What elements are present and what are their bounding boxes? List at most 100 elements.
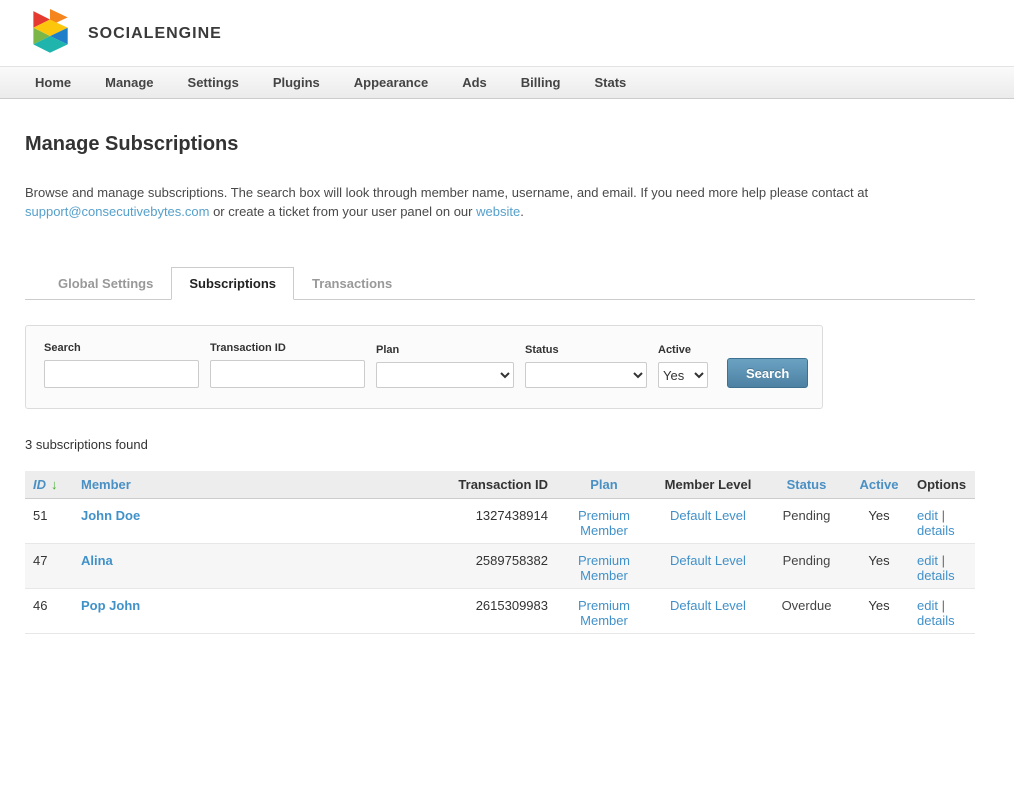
details-link[interactable]: details — [917, 613, 955, 628]
column-header-member-level: Member Level — [652, 471, 764, 499]
cell-member-level: Default Level — [652, 589, 764, 634]
details-link[interactable]: details — [917, 568, 955, 583]
cell-active: Yes — [849, 589, 909, 634]
cell-plan: Premium Member — [556, 544, 652, 589]
tab-bar: Global Settings Subscriptions Transactio… — [25, 266, 975, 300]
search-field-group: Search — [44, 342, 199, 388]
id-sort-link[interactable]: ID — [33, 477, 46, 492]
active-select[interactable]: Yes — [658, 362, 708, 388]
cell-transaction-id: 1327438914 — [431, 499, 556, 544]
nav-item-ads[interactable]: Ads — [445, 67, 504, 99]
cell-transaction-id: 2615309983 — [431, 589, 556, 634]
member-link[interactable]: Pop John — [81, 598, 140, 613]
cell-id: 46 — [25, 589, 73, 634]
column-header-status[interactable]: Status — [764, 471, 849, 499]
cell-active: Yes — [849, 544, 909, 589]
cell-options: edit | details — [909, 499, 975, 544]
website-link[interactable]: website — [476, 204, 520, 219]
logo-text: SOCIALENGINE — [88, 25, 222, 43]
app-header: SOCIALENGINE — [0, 0, 1014, 66]
cell-status: Overdue — [764, 589, 849, 634]
description-text-1: Browse and manage subscriptions. The sea… — [25, 185, 868, 200]
tab-transactions[interactable]: Transactions — [294, 267, 410, 300]
active-field-group: Active Yes — [658, 344, 708, 388]
plan-link[interactable]: Premium Member — [564, 553, 644, 583]
nav-item-manage[interactable]: Manage — [88, 67, 170, 99]
member-level-link[interactable]: Default Level — [670, 508, 746, 523]
member-link[interactable]: Alina — [81, 553, 113, 568]
details-link[interactable]: details — [917, 523, 955, 538]
search-panel: Search Transaction ID Plan Status Active… — [25, 325, 823, 409]
page-description: Browse and manage subscriptions. The sea… — [25, 183, 925, 221]
cell-options: edit | details — [909, 589, 975, 634]
tab-subscriptions[interactable]: Subscriptions — [171, 267, 294, 300]
subscriptions-table: ID ↓ Member Transaction ID Plan Member Le… — [25, 471, 975, 634]
status-label: Status — [525, 344, 647, 356]
active-label: Active — [658, 344, 708, 356]
cell-active: Yes — [849, 499, 909, 544]
plan-select[interactable] — [376, 362, 514, 388]
column-header-transaction-id: Transaction ID — [431, 471, 556, 499]
cell-status: Pending — [764, 544, 849, 589]
transaction-id-field-group: Transaction ID — [210, 342, 365, 388]
column-header-member[interactable]: Member — [73, 471, 431, 499]
description-text-2: or create a ticket from your user panel … — [213, 204, 472, 219]
edit-link[interactable]: edit — [917, 508, 938, 523]
plan-link[interactable]: Premium Member — [564, 598, 644, 628]
column-header-options: Options — [909, 471, 975, 499]
member-link[interactable]: John Doe — [81, 508, 140, 523]
search-button[interactable]: Search — [727, 358, 808, 388]
nav-item-appearance[interactable]: Appearance — [337, 67, 445, 99]
cell-options: edit | details — [909, 544, 975, 589]
plan-field-group: Plan — [376, 344, 514, 388]
nav-item-plugins[interactable]: Plugins — [256, 67, 337, 99]
search-input[interactable] — [44, 360, 199, 388]
main-nav: Home Manage Settings Plugins Appearance … — [0, 66, 1014, 99]
options-separator: | — [942, 598, 945, 613]
plan-link[interactable]: Premium Member — [564, 508, 644, 538]
socialengine-logo-icon — [25, 8, 75, 60]
support-email-link[interactable]: support@consecutivebytes.com — [25, 204, 209, 219]
member-level-link[interactable]: Default Level — [670, 598, 746, 613]
options-separator: | — [942, 508, 945, 523]
table-row: 46 Pop John 2615309983 Premium Member De… — [25, 589, 975, 634]
cell-plan: Premium Member — [556, 589, 652, 634]
cell-member-level: Default Level — [652, 544, 764, 589]
status-field-group: Status — [525, 344, 647, 388]
plan-label: Plan — [376, 344, 514, 356]
nav-item-settings[interactable]: Settings — [171, 67, 256, 99]
cell-plan: Premium Member — [556, 499, 652, 544]
cell-status: Pending — [764, 499, 849, 544]
member-level-link[interactable]: Default Level — [670, 553, 746, 568]
transaction-id-label: Transaction ID — [210, 342, 365, 354]
cell-member: Pop John — [73, 589, 431, 634]
nav-item-billing[interactable]: Billing — [504, 67, 578, 99]
cell-transaction-id: 2589758382 — [431, 544, 556, 589]
column-header-active[interactable]: Active — [849, 471, 909, 499]
search-label: Search — [44, 342, 199, 354]
nav-item-home[interactable]: Home — [18, 67, 88, 99]
results-count: 3 subscriptions found — [25, 437, 975, 452]
logo[interactable]: SOCIALENGINE — [25, 8, 1014, 60]
column-header-id[interactable]: ID ↓ — [25, 471, 73, 499]
table-header-row: ID ↓ Member Transaction ID Plan Member Le… — [25, 471, 975, 499]
table-row: 47 Alina 2589758382 Premium Member Defau… — [25, 544, 975, 589]
cell-id: 51 — [25, 499, 73, 544]
tab-global-settings[interactable]: Global Settings — [40, 267, 171, 300]
cell-id: 47 — [25, 544, 73, 589]
transaction-id-input[interactable] — [210, 360, 365, 388]
cell-member: John Doe — [73, 499, 431, 544]
status-select[interactable] — [525, 362, 647, 388]
description-text-end: . — [520, 204, 524, 219]
cell-member: Alina — [73, 544, 431, 589]
options-separator: | — [942, 553, 945, 568]
nav-item-stats[interactable]: Stats — [577, 67, 643, 99]
page-title: Manage Subscriptions — [25, 133, 975, 156]
edit-link[interactable]: edit — [917, 598, 938, 613]
sort-desc-icon: ↓ — [51, 477, 58, 492]
main-content: Manage Subscriptions Browse and manage s… — [0, 133, 1000, 634]
edit-link[interactable]: edit — [917, 553, 938, 568]
table-row: 51 John Doe 1327438914 Premium Member De… — [25, 499, 975, 544]
column-header-plan[interactable]: Plan — [556, 471, 652, 499]
cell-member-level: Default Level — [652, 499, 764, 544]
